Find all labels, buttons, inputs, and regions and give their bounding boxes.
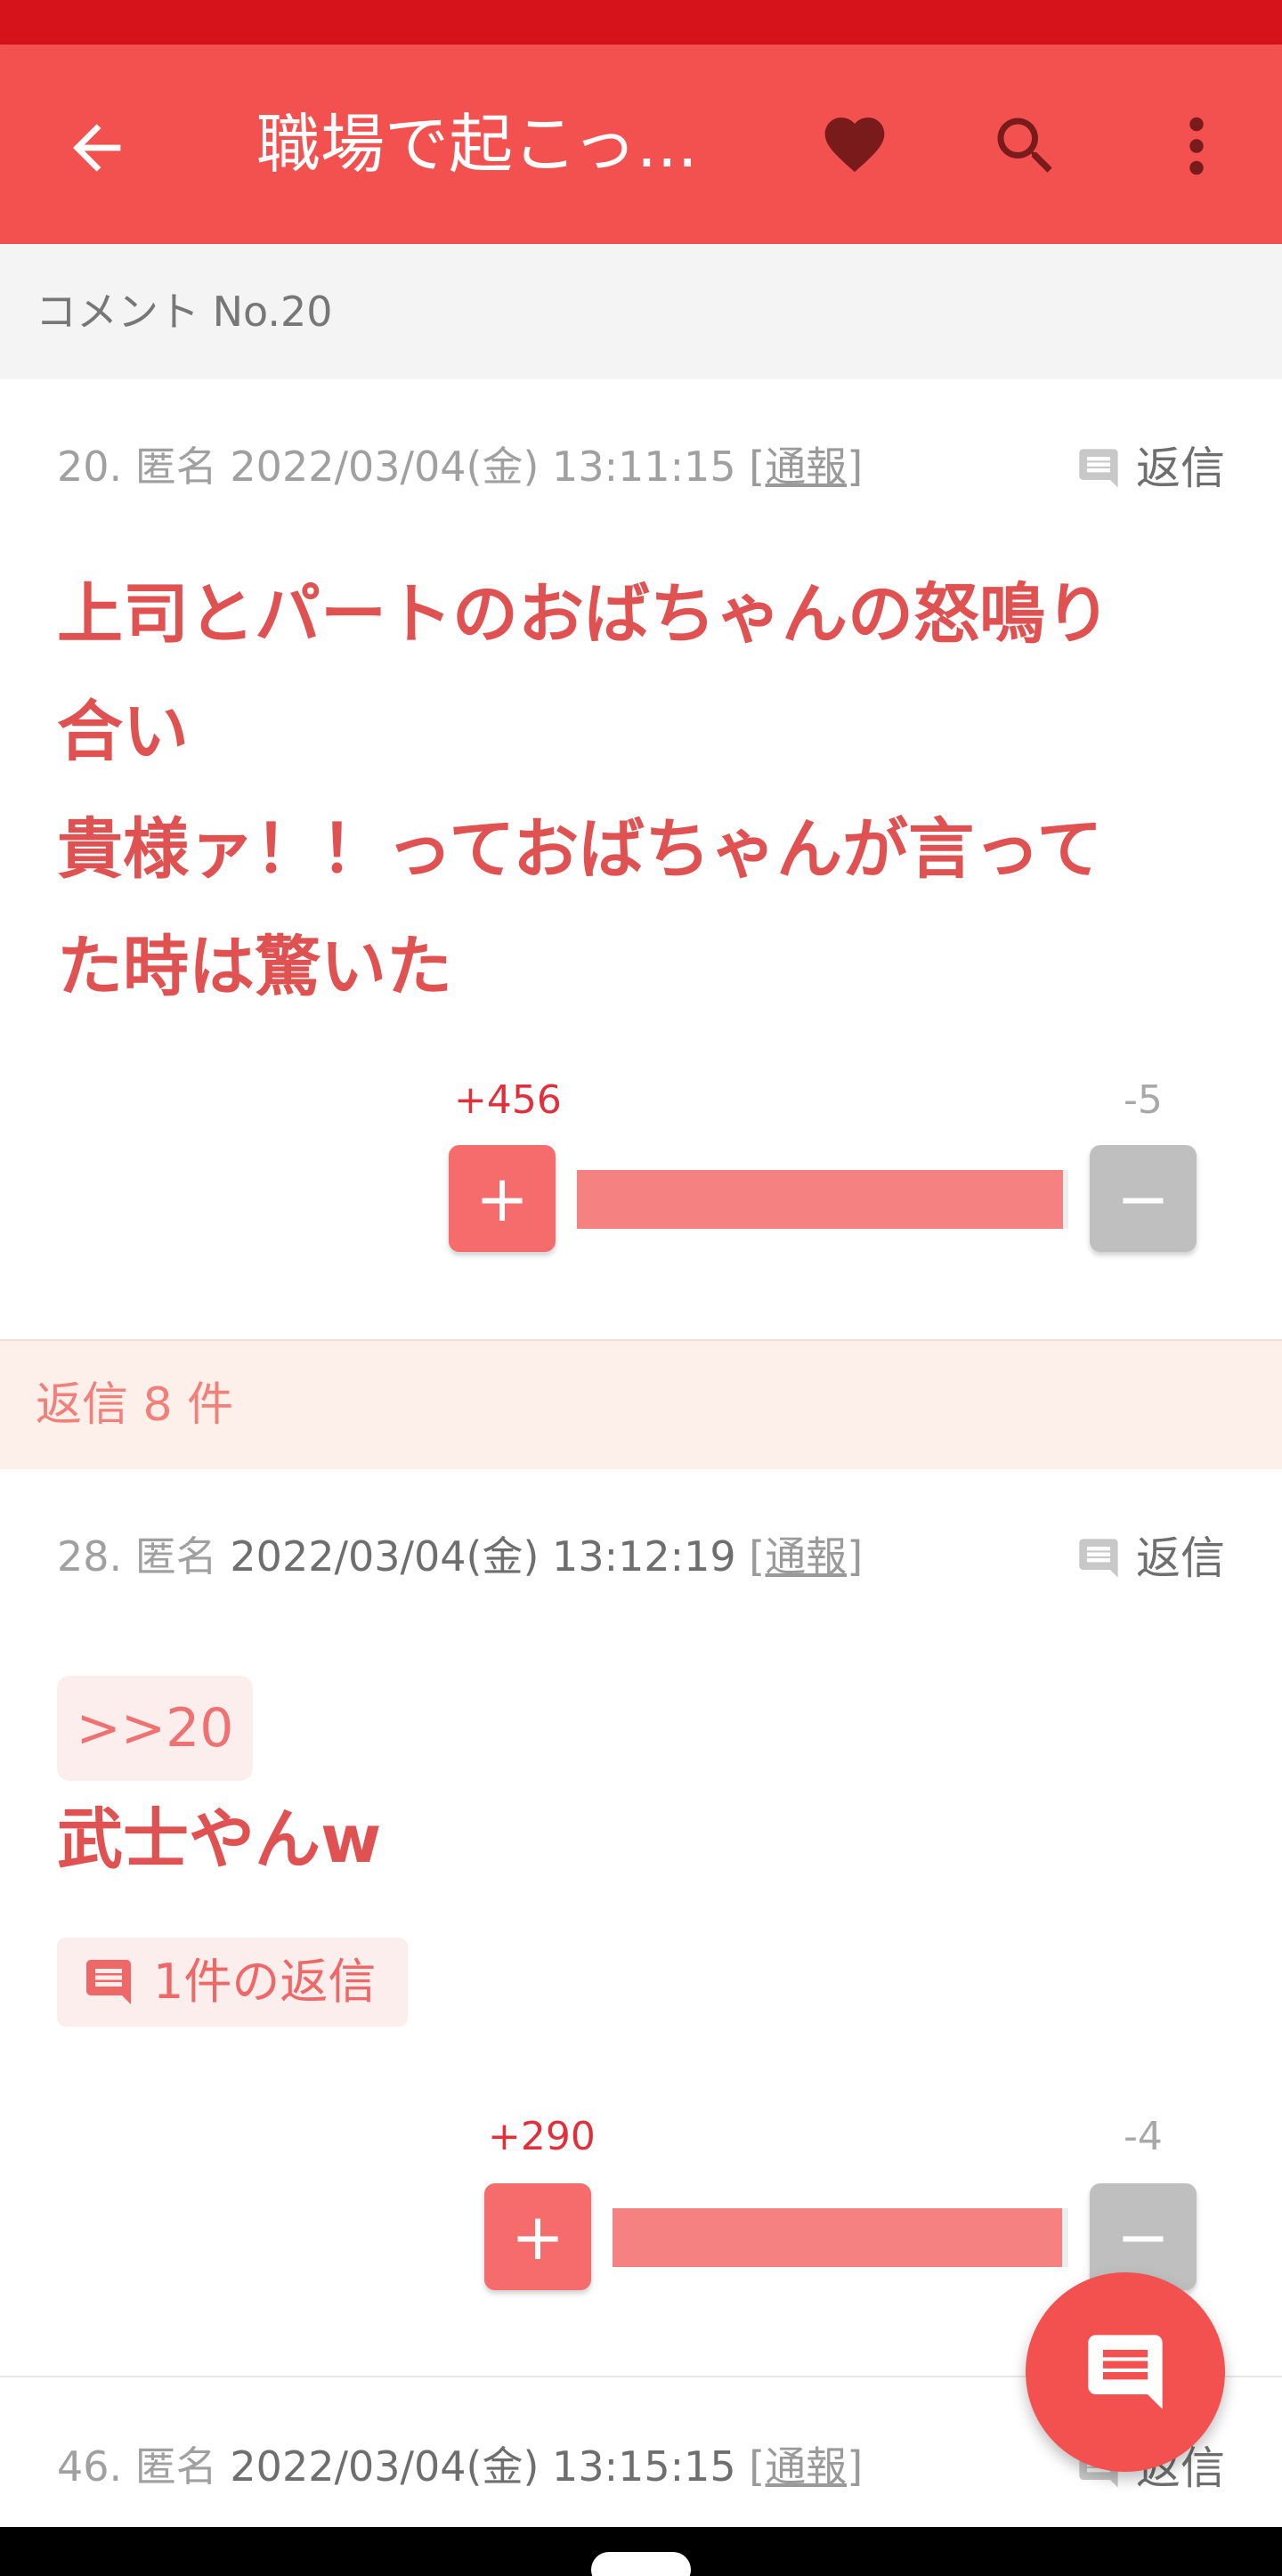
plus-count: +456 bbox=[454, 1077, 562, 1123]
comment-datetime: 2022/03/04(金) 13:12:19 bbox=[230, 1532, 736, 1581]
comment-icon bbox=[1079, 1539, 1118, 1578]
vote-ratio-fill bbox=[577, 1170, 1063, 1229]
report-link[interactable]: [通報] bbox=[749, 1532, 863, 1581]
comment-meta: 28. 匿名 2022/03/04(金) 13:12:19 [通報] bbox=[57, 1530, 863, 1583]
search-icon[interactable] bbox=[988, 109, 1063, 183]
reply-label: 返信 bbox=[1136, 443, 1225, 494]
heart-icon[interactable] bbox=[817, 109, 892, 180]
reply-count-label: 1件の返信 bbox=[153, 1954, 377, 2010]
report-link[interactable]: [通報] bbox=[749, 443, 863, 491]
section-header: コメント No.20 bbox=[0, 244, 1282, 379]
comment-meta: 20. 匿名 2022/03/04(金) 13:11:15 [通報] bbox=[57, 440, 863, 493]
vote-ratio-bar bbox=[577, 1170, 1068, 1229]
reply-count-button[interactable]: 1件の返信 bbox=[57, 1938, 408, 2027]
comment-number: 20. bbox=[57, 443, 123, 491]
page: 職場で起こっ... コメント No.20 20. 匿名 2022/03/04(金… bbox=[0, 0, 1282, 2576]
minus-vote-button[interactable]: − bbox=[1090, 1145, 1197, 1252]
comment-datetime: 2022/03/04(金) 13:15:15 bbox=[230, 2442, 736, 2491]
comment-icon bbox=[1079, 449, 1118, 488]
plus-vote-button[interactable]: + bbox=[484, 2183, 591, 2290]
app-bar: 職場で起こっ... bbox=[0, 45, 1282, 244]
system-nav-bar bbox=[0, 2527, 1282, 2576]
comment-body-line: 合い bbox=[57, 694, 189, 770]
comment-author: 匿名 bbox=[134, 2442, 217, 2491]
reply-label: 返信 bbox=[1136, 1532, 1225, 1584]
comment-body: 武士やんw bbox=[57, 1781, 1232, 1898]
comment-body-line: 貴様ァ！！っておばちゃんが言って bbox=[57, 811, 1103, 888]
minus-count: -4 bbox=[1124, 2114, 1163, 2159]
replies-header: 返信 8 件 bbox=[0, 1339, 1282, 1469]
more-vert-icon[interactable] bbox=[1172, 109, 1221, 183]
comment-author: 匿名 bbox=[134, 443, 217, 491]
comment-fab-icon bbox=[1088, 2335, 1163, 2409]
status-bar bbox=[0, 0, 1282, 45]
comment-number: 28. bbox=[57, 1532, 123, 1581]
comment-body-line: た時は驚いた bbox=[57, 929, 452, 1005]
comment-datetime: 2022/03/04(金) 13:11:15 bbox=[230, 443, 736, 491]
page-title: 職場で起こっ... bbox=[256, 107, 698, 182]
comment-number: 46. bbox=[57, 2442, 123, 2491]
compose-comment-fab[interactable] bbox=[1026, 2272, 1225, 2472]
comment-body: 上司とパートのおばちゃんの怒鳴り 合い 貴様ァ！！っておばちゃんが言って た時は… bbox=[57, 556, 1232, 1026]
plus-vote-button[interactable]: + bbox=[449, 1145, 556, 1252]
vote-ratio-bar bbox=[613, 2208, 1068, 2267]
report-link[interactable]: [通報] bbox=[749, 2442, 863, 2491]
home-handle[interactable] bbox=[591, 2552, 691, 2576]
anchor-link[interactable]: >>20 bbox=[57, 1676, 253, 1781]
comment-body-line: 上司とパートのおばちゃんの怒鳴り bbox=[57, 576, 1111, 653]
comment-icon bbox=[86, 1960, 131, 2004]
minus-count: -5 bbox=[1124, 1077, 1163, 1123]
vote-ratio-fill bbox=[613, 2208, 1062, 2267]
comment-meta: 46. 匿名 2022/03/04(金) 13:15:15 [通報] bbox=[57, 2440, 863, 2493]
reply-button[interactable]: 返信 bbox=[1075, 1532, 1225, 1585]
plus-count: +290 bbox=[488, 2114, 596, 2159]
comment-author: 匿名 bbox=[134, 1532, 217, 1581]
reply-button[interactable]: 返信 bbox=[1075, 442, 1225, 495]
arrow-back-icon[interactable] bbox=[64, 112, 135, 183]
comment-body-line: 武士やんw bbox=[57, 1801, 382, 1878]
